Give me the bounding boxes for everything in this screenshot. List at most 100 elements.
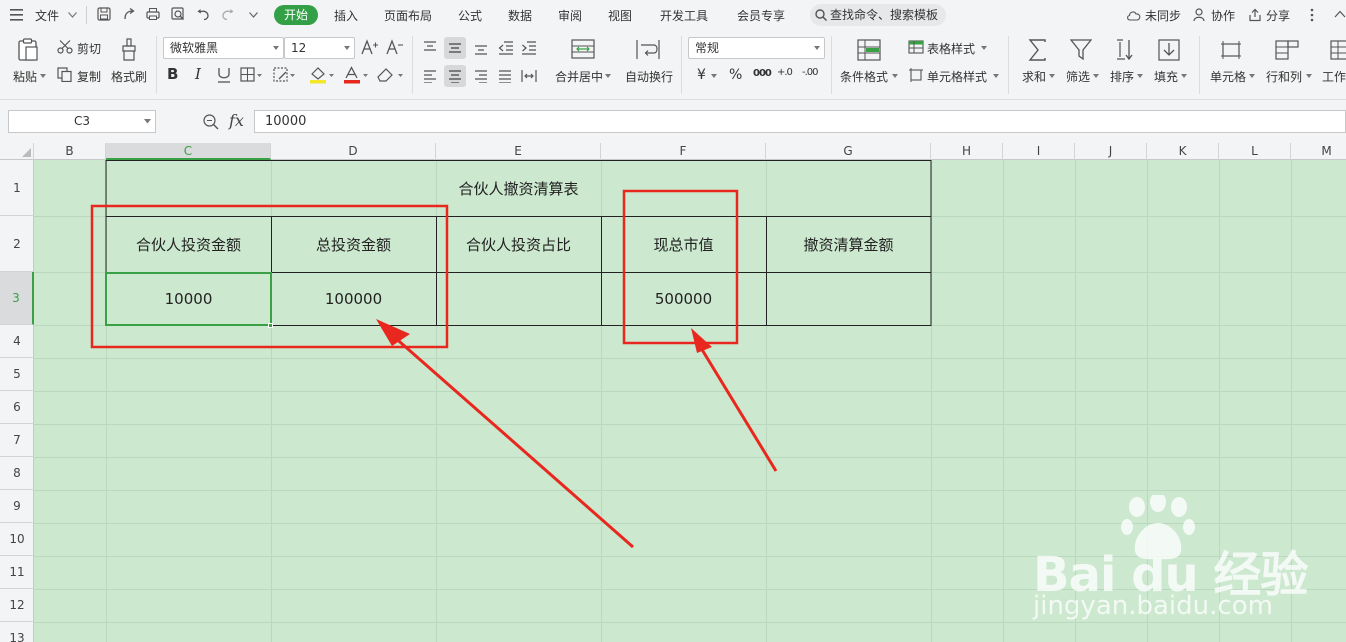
borders-icon[interactable] <box>240 67 262 83</box>
tab-home[interactable]: 开始 <box>274 5 318 25</box>
increase-decimal-icon[interactable]: +.0 <box>777 68 797 78</box>
align-right-icon[interactable] <box>474 69 488 83</box>
tab-membership[interactable]: 会员专享 <box>737 7 785 24</box>
share-button[interactable]: 分享 <box>1266 7 1290 24</box>
tab-developer[interactable]: 开发工具 <box>660 7 708 24</box>
cell-format-icon[interactable] <box>273 67 295 83</box>
cut-button[interactable]: 剪切 <box>77 40 101 57</box>
row-column-button[interactable]: 行和列 <box>1266 68 1302 85</box>
undo-icon[interactable] <box>196 7 210 21</box>
format-painter-icon[interactable] <box>120 38 138 62</box>
tab-formulas[interactable]: 公式 <box>458 7 482 24</box>
paste-icon[interactable] <box>17 38 39 62</box>
filter-dropdown-icon[interactable] <box>1093 74 1099 78</box>
collaborate-button[interactable]: 协作 <box>1211 7 1235 24</box>
menu-file[interactable]: 文件 <box>35 7 59 24</box>
fill-dropdown-icon[interactable] <box>1181 74 1187 78</box>
merge-center-icon[interactable] <box>571 39 595 61</box>
bold-icon[interactable]: B <box>167 65 178 83</box>
chevron-down-icon[interactable] <box>68 12 77 18</box>
function-icon[interactable]: fx <box>229 111 244 130</box>
currency-dropdown-icon[interactable] <box>711 74 717 78</box>
worksheet-button[interactable]: 工作 <box>1322 68 1346 85</box>
paste-dropdown-icon[interactable] <box>40 74 46 78</box>
worksheet-icon[interactable] <box>1330 40 1346 60</box>
copy-button[interactable]: 复制 <box>77 68 101 85</box>
spreadsheet-grid[interactable]: B C D E F G H I J K L M 1 2 3 4 5 6 7 8 … <box>0 143 1346 642</box>
align-middle-icon <box>449 43 461 53</box>
row-column-dropdown-icon[interactable] <box>1306 74 1312 78</box>
sort-dropdown-icon[interactable] <box>1137 74 1143 78</box>
filter-icon[interactable] <box>1070 39 1092 61</box>
font-size-select[interactable]: 12 <box>284 37 355 59</box>
align-bottom-icon[interactable] <box>474 41 488 55</box>
align-center-button[interactable] <box>444 65 466 87</box>
fill-color-icon[interactable] <box>309 66 335 84</box>
increase-font-size-icon[interactable] <box>361 39 379 55</box>
font-name-select[interactable]: 微软雅黑 <box>163 37 284 59</box>
tab-data[interactable]: 数据 <box>508 7 532 24</box>
more-icon[interactable] <box>1306 8 1318 22</box>
align-top-icon[interactable] <box>423 41 437 55</box>
zoom-formula-icon[interactable] <box>203 114 219 130</box>
row-column-icon[interactable] <box>1275 40 1299 60</box>
justify-icon[interactable] <box>498 69 512 83</box>
align-middle-button[interactable] <box>444 37 466 59</box>
decrease-decimal-icon[interactable]: -.00 <box>802 68 824 78</box>
conditional-format-button[interactable]: 条件格式 <box>840 68 888 85</box>
sync-status[interactable]: 未同步 <box>1145 7 1181 24</box>
fill-button[interactable]: 填充 <box>1154 68 1178 85</box>
save-icon[interactable] <box>97 7 111 21</box>
filter-button[interactable]: 筛选 <box>1066 68 1090 85</box>
customize-quick-access-icon[interactable] <box>249 12 258 18</box>
print-preview-icon[interactable] <box>171 7 185 21</box>
cell-style-dropdown-icon[interactable] <box>993 74 999 78</box>
currency-icon[interactable]: ¥ <box>697 67 706 83</box>
cell-button[interactable]: 单元格 <box>1210 68 1246 85</box>
tab-insert[interactable]: 插入 <box>334 7 358 24</box>
cell-style-button[interactable]: 单元格样式 <box>927 68 987 85</box>
sum-icon[interactable] <box>1028 39 1048 61</box>
format-painter-button[interactable]: 格式刷 <box>111 68 147 85</box>
tab-view[interactable]: 视图 <box>608 7 632 24</box>
export-pdf-icon[interactable] <box>122 7 136 21</box>
name-box[interactable]: C3 <box>8 110 156 133</box>
wrap-text-button[interactable]: 自动换行 <box>625 68 673 85</box>
command-search-input[interactable]: 查找命令、搜索模板 <box>810 4 946 26</box>
underline-icon[interactable] <box>217 67 231 83</box>
table-style-dropdown-icon[interactable] <box>981 46 987 50</box>
number-format-select[interactable]: 常规 <box>688 37 825 59</box>
merge-dropdown-icon[interactable] <box>605 74 611 78</box>
conditional-format-icon[interactable] <box>857 39 881 61</box>
collapse-ribbon-icon[interactable] <box>1334 10 1346 18</box>
percent-icon[interactable]: % <box>729 67 742 83</box>
decrease-font-size-icon[interactable] <box>386 39 404 55</box>
sort-button[interactable]: 排序 <box>1110 68 1134 85</box>
sum-dropdown-icon[interactable] <box>1049 74 1055 78</box>
table-style-button[interactable]: 表格样式 <box>927 40 975 57</box>
clear-format-icon[interactable] <box>377 67 405 83</box>
thousands-separator-icon[interactable]: 000 <box>753 68 772 79</box>
conditional-format-dropdown-icon[interactable] <box>892 74 898 78</box>
sum-button[interactable]: 求和 <box>1022 68 1046 85</box>
sort-icon[interactable] <box>1114 39 1138 61</box>
hamburger-icon[interactable] <box>10 9 24 21</box>
cell-dropdown-icon[interactable] <box>1249 74 1255 78</box>
fill-icon[interactable] <box>1158 39 1180 61</box>
formula-input[interactable]: 10000 <box>254 110 1346 133</box>
cell-icon[interactable] <box>1220 40 1242 60</box>
chevron-down-icon <box>814 46 820 50</box>
align-left-icon[interactable] <box>423 69 437 83</box>
increase-indent-icon[interactable] <box>521 41 537 55</box>
wrap-text-icon[interactable] <box>636 39 660 61</box>
font-color-icon[interactable] <box>343 66 369 84</box>
print-icon[interactable] <box>146 7 160 21</box>
paste-button[interactable]: 粘贴 <box>13 68 37 85</box>
merge-center-button[interactable]: 合并居中 <box>555 68 603 85</box>
distributed-align-icon[interactable] <box>521 69 537 83</box>
tab-review[interactable]: 审阅 <box>558 7 582 24</box>
italic-icon[interactable]: I <box>195 65 201 83</box>
redo-icon[interactable] <box>221 7 235 21</box>
decrease-indent-icon[interactable] <box>498 41 514 55</box>
tab-page-layout[interactable]: 页面布局 <box>384 7 432 24</box>
